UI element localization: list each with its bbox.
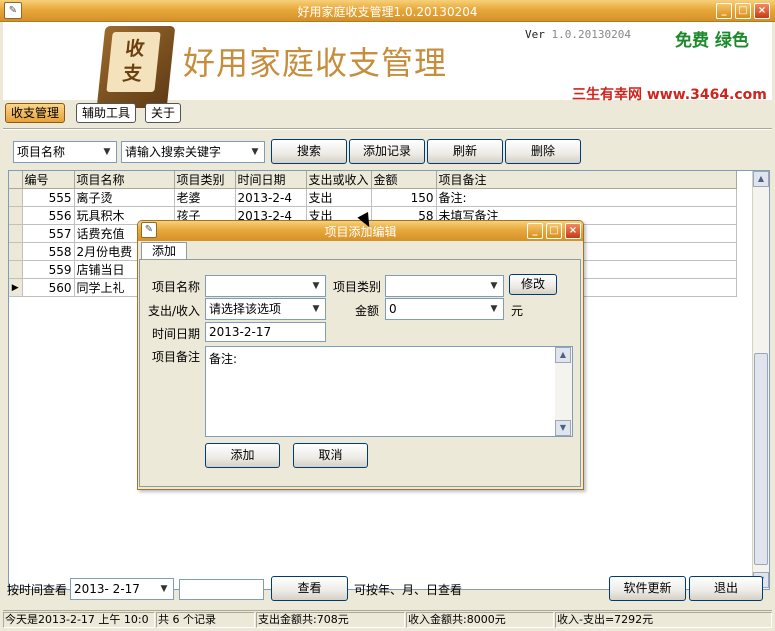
date-picker[interactable]: 2013- 2-17 ▼ bbox=[70, 578, 174, 600]
table-row[interactable]: 555 离子烫 老婆 2013-2-4 支出 150 备注: bbox=[9, 188, 737, 207]
item-name-label: 项目名称 bbox=[152, 280, 201, 294]
status-today: 今天是2013-2-17 上午 10:0 bbox=[3, 612, 155, 628]
col-header-id[interactable]: 编号 bbox=[22, 171, 75, 189]
tab-add[interactable]: 添加 bbox=[141, 242, 187, 260]
scroll-down-icon[interactable]: ▼ bbox=[555, 420, 571, 436]
status-income-total: 收入金额共:8000元 bbox=[406, 612, 554, 628]
type-label: 支出/收入 bbox=[148, 304, 201, 318]
minimize-button[interactable]: _ bbox=[716, 3, 732, 19]
dialog-maximize-button[interactable]: □ bbox=[546, 223, 562, 239]
close-button[interactable]: × bbox=[754, 3, 770, 19]
col-header-name[interactable]: 项目名称 bbox=[74, 171, 175, 189]
grid-header-row: 编号 项目名称 项目类别 时间日期 支出或收入 金额 项目备注 bbox=[9, 171, 737, 189]
scroll-up-icon[interactable]: ▲ bbox=[753, 171, 769, 187]
note-text: 备注: bbox=[209, 352, 238, 366]
dialog-add-button[interactable]: 添加 bbox=[205, 443, 280, 468]
current-row-arrow-icon: ▶ bbox=[9, 278, 23, 297]
refresh-button[interactable]: 刷新 bbox=[427, 139, 503, 164]
chevron-down-icon: ▼ bbox=[490, 281, 498, 291]
note-label: 项目备注 bbox=[152, 350, 201, 364]
status-record-count: 共 6 个记录 bbox=[156, 612, 255, 628]
search-field-select[interactable]: 项目名称 ▼ bbox=[13, 141, 117, 163]
note-textarea[interactable]: 备注: ▲ ▼ bbox=[205, 346, 573, 437]
software-update-button[interactable]: 软件更新 bbox=[609, 576, 686, 601]
item-category-select[interactable]: ▼ bbox=[385, 275, 504, 297]
chevron-down-icon: ▼ bbox=[103, 147, 111, 157]
search-input[interactable]: 请输入搜索关键字 ▼ bbox=[121, 141, 265, 163]
status-bar: 今天是2013-2-17 上午 10:0 共 6 个记录 支出金额共:708元 … bbox=[3, 610, 772, 628]
amount-label: 金额 bbox=[355, 304, 380, 318]
chevron-down-icon: ▼ bbox=[312, 281, 320, 291]
type-select[interactable]: 请选择该选项 ▼ bbox=[205, 298, 326, 320]
dialog-close-button[interactable]: × bbox=[565, 223, 581, 239]
slogan: 免费 绿色 bbox=[675, 31, 749, 51]
grid-vertical-scrollbar[interactable]: ▲ ▼ bbox=[752, 171, 769, 589]
chevron-down-icon: ▼ bbox=[160, 584, 168, 594]
note-scrollbar[interactable]: ▲ ▼ bbox=[555, 347, 572, 436]
menu-about[interactable]: 关于 bbox=[145, 103, 182, 123]
search-button[interactable]: 搜索 bbox=[271, 139, 347, 164]
chevron-down-icon: ▼ bbox=[251, 147, 259, 157]
menu-tools[interactable]: 辅助工具 bbox=[76, 103, 137, 123]
main-titlebar: ✎ 好用家庭收支管理1.0.20130204 _ □ × bbox=[0, 0, 775, 22]
date-text-input[interactable] bbox=[179, 579, 264, 600]
site-link[interactable]: 三生有幸网 www.3464.com bbox=[572, 84, 767, 104]
item-name-select[interactable]: ▼ bbox=[205, 275, 326, 297]
dialog-cancel-button[interactable]: 取消 bbox=[293, 443, 368, 468]
date-view-label: 按时间查看 bbox=[7, 583, 68, 597]
amount-unit: 元 bbox=[511, 304, 524, 318]
scroll-up-icon[interactable]: ▲ bbox=[555, 347, 571, 363]
app-header: 收支 好用家庭收支管理 Ver 1.0.20130204 免费 绿色 三生有幸网… bbox=[3, 22, 772, 108]
status-balance: 收入-支出=7292元 bbox=[555, 612, 772, 628]
col-header-amount[interactable]: 金额 bbox=[371, 171, 437, 189]
delete-button[interactable]: 删除 bbox=[505, 139, 581, 164]
menu-income-expense[interactable]: 收支管理 bbox=[5, 103, 66, 123]
maximize-button[interactable]: □ bbox=[735, 3, 751, 19]
col-header-note[interactable]: 项目备注 bbox=[436, 171, 737, 189]
view-hint: 可按年、月、日查看 bbox=[354, 583, 463, 597]
logo-text-1: 收 bbox=[124, 38, 146, 60]
status-expense-total: 支出金额共:708元 bbox=[256, 612, 405, 628]
window-title: 好用家庭收支管理1.0.20130204 bbox=[297, 5, 478, 19]
amount-input[interactable]: 0 ▼ bbox=[385, 298, 504, 320]
chevron-down-icon: ▼ bbox=[312, 304, 320, 314]
add-record-button[interactable]: 添加记录 bbox=[349, 139, 425, 164]
item-category-label: 项目类别 bbox=[333, 280, 382, 294]
col-header-date[interactable]: 时间日期 bbox=[235, 171, 307, 189]
date-input[interactable]: 2013-2-17 bbox=[205, 322, 326, 342]
logo-text-2: 支 bbox=[121, 63, 143, 85]
date-label: 时间日期 bbox=[152, 327, 201, 341]
scroll-thumb[interactable] bbox=[754, 353, 768, 565]
exit-button[interactable]: 退出 bbox=[689, 576, 763, 601]
app-title: 好用家庭收支管理 bbox=[183, 44, 448, 82]
chevron-down-icon: ▼ bbox=[490, 304, 498, 314]
menu-separator bbox=[3, 128, 772, 130]
view-button[interactable]: 查看 bbox=[271, 576, 348, 601]
dialog-title: 项目添加编辑 bbox=[324, 225, 397, 239]
version-label: Ver 1.0.20130204 bbox=[525, 28, 631, 41]
col-header-category[interactable]: 项目类别 bbox=[174, 171, 236, 189]
col-header-type[interactable]: 支出或收入 bbox=[306, 171, 372, 189]
dialog-minimize-button[interactable]: _ bbox=[527, 223, 543, 239]
logo-book-icon: 收支 bbox=[96, 26, 176, 108]
modify-category-button[interactable]: 修改 bbox=[509, 274, 557, 295]
